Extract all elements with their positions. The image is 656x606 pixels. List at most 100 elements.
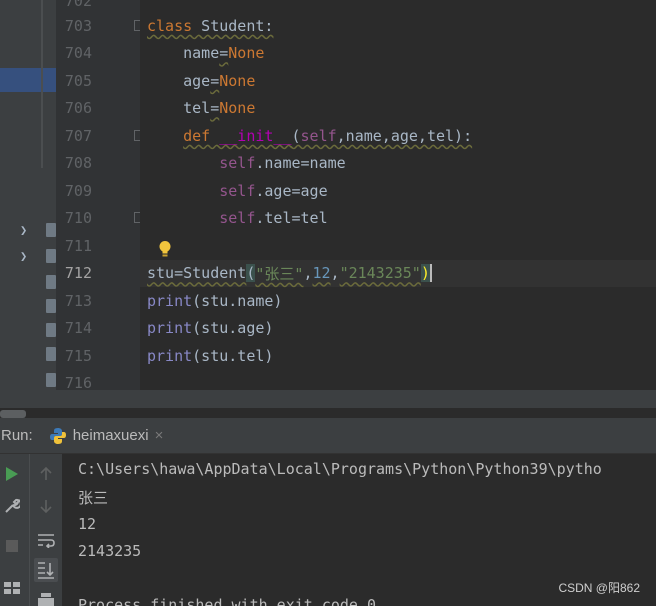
builtin-function: print [147, 346, 193, 365]
operator: = [210, 99, 220, 118]
console-line: C:\Users\hawa\AppData\Local\Programs\Pyt… [78, 460, 602, 478]
arrow-up-icon[interactable] [34, 462, 58, 486]
assignment: .name=name [255, 154, 346, 173]
soft-wrap-icon[interactable] [34, 528, 58, 552]
arrow-down-icon[interactable] [34, 494, 58, 518]
class-name: Student: [192, 16, 274, 35]
call-args: (stu.age) [192, 319, 274, 338]
stop-icon[interactable] [0, 534, 24, 558]
code-editor[interactable]: class Student: name = None age = None tel = No… [140, 0, 656, 390]
line-number: 710 [64, 209, 92, 228]
code-line[interactable]: age = None [147, 67, 656, 95]
scroll-to-end-icon[interactable] [34, 558, 58, 582]
code-line[interactable]: self .name=name [147, 150, 656, 178]
line-number-gutter: 702 703 704 705 706 707 708 709 710 711 … [56, 0, 143, 392]
code-line[interactable]: print (stu.tel) [147, 342, 656, 370]
paren: ( [291, 126, 301, 145]
identifier: tel [183, 99, 211, 118]
console-line: 2143235 [78, 542, 142, 560]
self-keyword: self [300, 126, 337, 145]
call-args: (stu.name) [192, 291, 283, 310]
code-line[interactable]: self .tel=tel [147, 205, 656, 233]
console-line: Process finished with exit code 0 [78, 596, 377, 606]
code-line[interactable]: tel = None [147, 95, 656, 123]
run-tab[interactable]: heimaxuexi × [49, 418, 172, 454]
line-number: 714 [64, 319, 92, 338]
line-number: 711 [64, 236, 92, 255]
keyword: None [219, 71, 256, 90]
python-file-icon[interactable] [46, 323, 56, 337]
python-file-icon[interactable] [46, 373, 56, 387]
close-icon[interactable]: × [155, 427, 164, 444]
code-line[interactable]: def __init__(self ,name,age,tel): [147, 122, 656, 150]
file-icon [46, 223, 56, 237]
chevron-right-icon[interactable]: ❯ [20, 223, 27, 237]
code-line[interactable]: print (stu.name) [147, 287, 656, 315]
code-line[interactable]: class Student: [147, 12, 656, 40]
code-line-current[interactable]: stu=Student("张三", 12, "2143235") [140, 259, 656, 287]
code-line[interactable]: self .age=age [147, 177, 656, 205]
number-literal: 12 [312, 264, 331, 283]
line-number: 705 [64, 71, 92, 90]
run-toolbar [0, 454, 62, 606]
run-panel-header: Run: heimaxuexi × [0, 418, 656, 454]
lightbulb-icon[interactable] [158, 240, 172, 258]
line-number: 706 [64, 99, 92, 118]
parameters: ,name,age,tel): [336, 126, 473, 145]
horizontal-scrollbar[interactable] [0, 390, 656, 408]
identifier: age [183, 71, 211, 90]
run-icon[interactable] [0, 462, 24, 486]
line-number: 709 [64, 181, 92, 200]
keyword: class [147, 16, 193, 35]
print-icon[interactable] [34, 588, 58, 606]
builtin-function: print [147, 319, 193, 338]
python-file-icon[interactable] [46, 275, 56, 289]
layout-icon[interactable] [0, 576, 24, 600]
line-number: 702 [64, 0, 92, 10]
line-number: 708 [64, 154, 92, 173]
self-keyword: self [219, 209, 256, 228]
wrench-icon[interactable] [0, 494, 24, 518]
python-file-icon[interactable] [46, 347, 56, 361]
console-line: 张三 [78, 489, 109, 507]
line-number: 703 [64, 16, 92, 35]
comma: , [303, 264, 313, 283]
assignment: stu=Student [147, 264, 247, 283]
project-panel: ❯ ❯ [0, 0, 56, 408]
operator: = [210, 71, 220, 90]
project-selected-row[interactable] [0, 68, 56, 92]
call-args: (stu.tel) [192, 346, 274, 365]
paren-match: ) [420, 264, 430, 283]
code-line[interactable]: print (stu.age) [147, 315, 656, 343]
file-icon [46, 249, 56, 263]
chevron-right-icon[interactable]: ❯ [20, 249, 27, 263]
console-line: 12 [78, 515, 97, 533]
self-keyword: self [219, 181, 256, 200]
python-file-icon[interactable] [46, 299, 56, 313]
assignment: .tel=tel [255, 209, 328, 228]
string-literal: "张三" [255, 264, 304, 283]
code-line[interactable]: name = None [147, 40, 656, 68]
builtin-function: print [147, 291, 193, 310]
paren-match: ( [246, 264, 256, 283]
assignment: .age=age [255, 181, 328, 200]
string-literal: "2143235" [339, 264, 421, 283]
comma: , [330, 264, 340, 283]
keyword: None [228, 44, 265, 63]
keyword: None [219, 99, 256, 118]
line-number: 715 [64, 346, 92, 365]
text-cursor [429, 264, 432, 283]
project-indent-guide [41, 0, 43, 168]
scrollbar-thumb[interactable] [0, 410, 26, 418]
operator: = [219, 44, 229, 63]
line-number: 713 [64, 291, 92, 310]
keyword: def [183, 126, 211, 145]
line-number: 707 [64, 126, 92, 145]
